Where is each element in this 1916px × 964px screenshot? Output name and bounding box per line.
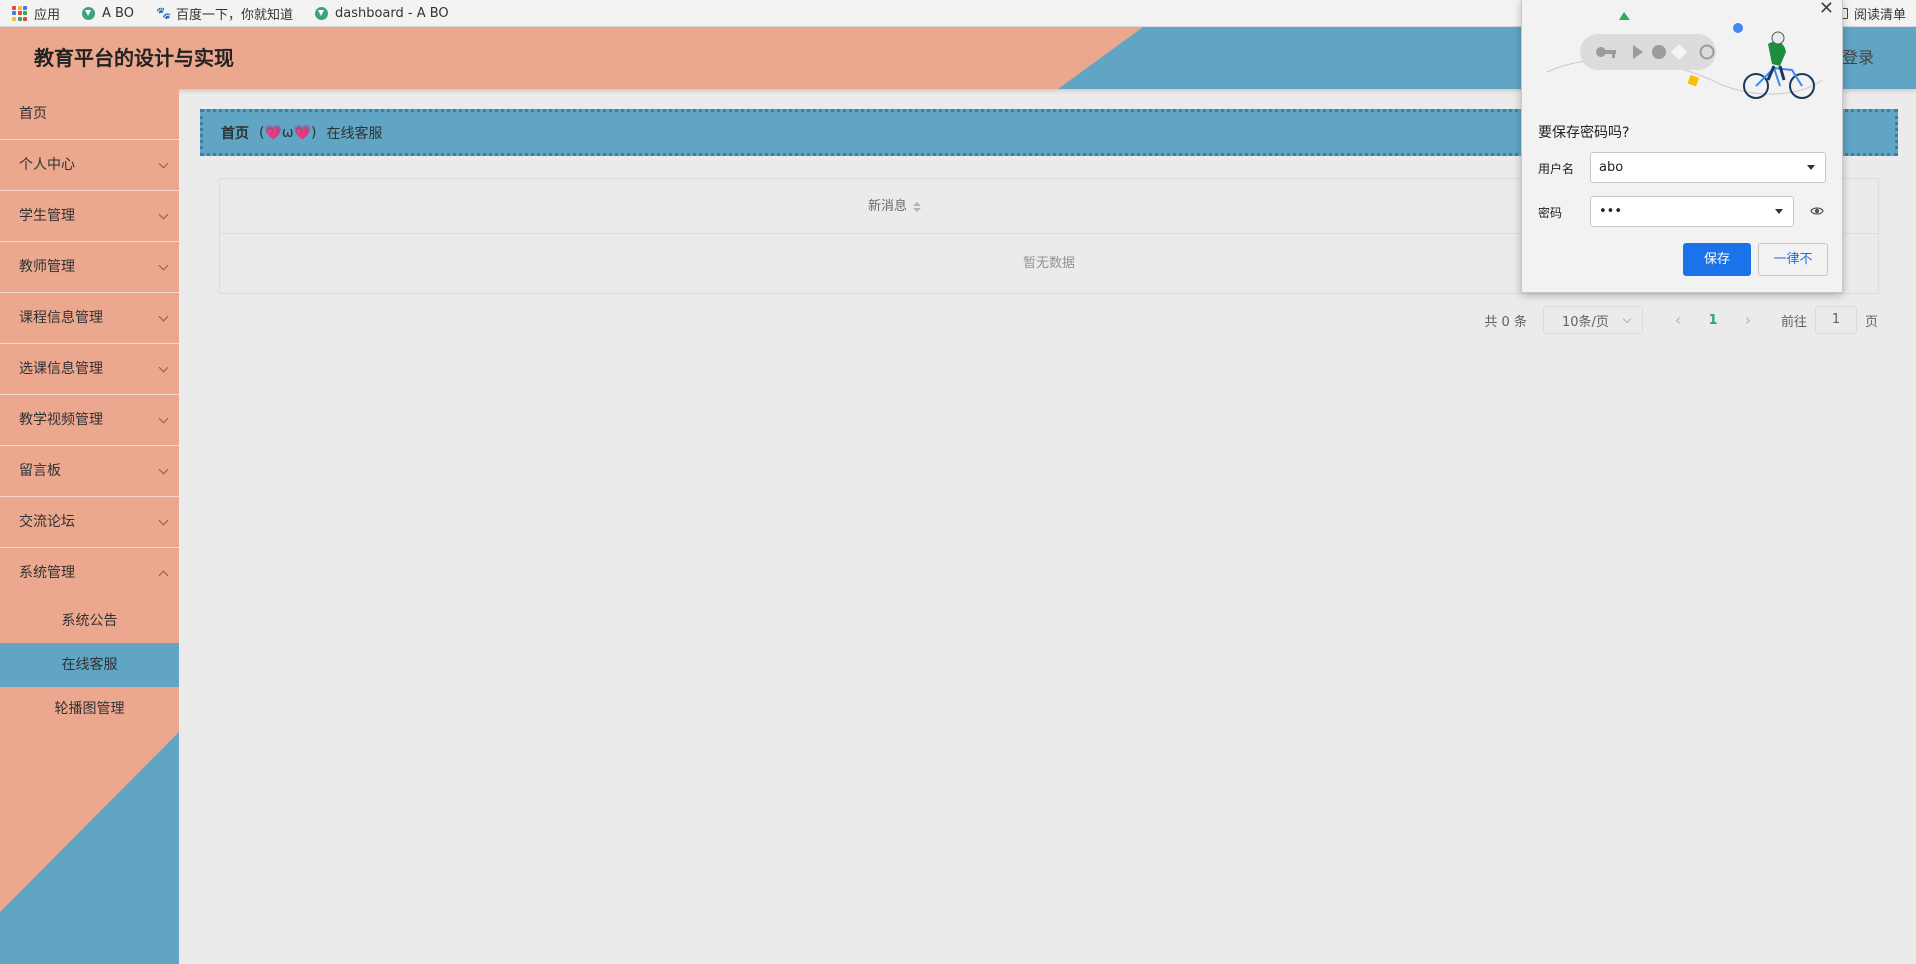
- bookmark-baidu[interactable]: 🐾 百度一下，你就知道: [156, 4, 293, 23]
- sidebar-item-label: 教师管理: [19, 259, 75, 275]
- sidebar-item-forum[interactable]: 交流论坛: [0, 497, 179, 548]
- sidebar-item-message-board[interactable]: 留言板: [0, 446, 179, 497]
- bookmark-apps[interactable]: 应用: [12, 4, 60, 23]
- page-number-current[interactable]: 1: [1693, 313, 1733, 328]
- chevron-down-icon: [158, 413, 169, 424]
- goto-page: 前往 1 页: [1781, 306, 1878, 334]
- reading-list[interactable]: 阅读清单: [1837, 0, 1906, 27]
- sidebar-item-label: 系统管理: [19, 565, 75, 581]
- save-button[interactable]: 保存: [1683, 243, 1751, 276]
- sidebar-item-label: 交流论坛: [19, 514, 75, 530]
- dropdown-arrow-icon: [1807, 165, 1815, 170]
- sidebar-item-teacher-management[interactable]: 教师管理: [0, 242, 179, 293]
- sidebar-subitem-carousel[interactable]: 轮播图管理: [0, 687, 179, 731]
- bookmark-label: A BO: [102, 5, 134, 21]
- chevron-down-icon: [158, 515, 169, 526]
- never-button[interactable]: 一律不: [1758, 243, 1828, 276]
- password-field[interactable]: •••: [1590, 196, 1794, 227]
- reading-list-label: 阅读清单: [1853, 8, 1906, 23]
- chevron-down-icon: [1622, 314, 1632, 324]
- popup-title: 要保存密码吗?: [1538, 125, 1630, 141]
- baidu-paw-icon: 🐾: [155, 5, 171, 20]
- page-size-select[interactable]: 10条/页: [1542, 306, 1643, 334]
- password-label: 密码: [1538, 206, 1563, 220]
- sidebar-item-course-selection[interactable]: 选课信息管理: [0, 344, 179, 395]
- sidebar: 首页 个人中心 学生管理 教师管理 课程信息管理 选课信息管理 教学视频管理 留…: [0, 89, 179, 964]
- breadcrumb-separator: (💗ω💗): [259, 124, 317, 141]
- page-size-value: 10条/页: [1561, 314, 1609, 330]
- login-link[interactable]: 登录: [1842, 27, 1874, 89]
- sidebar-item-student-management[interactable]: 学生管理: [0, 191, 179, 242]
- next-page-button[interactable]: ›: [1733, 311, 1763, 329]
- vue-icon: [82, 6, 96, 20]
- sidebar-subitem-system-notice[interactable]: 系统公告: [0, 599, 179, 643]
- sidebar-item-label: 个人中心: [19, 157, 75, 173]
- chevron-down-icon: [158, 260, 169, 271]
- site-title: 教育平台的设计与实现: [34, 46, 234, 70]
- dropdown-arrow-icon: [1775, 209, 1783, 214]
- close-icon[interactable]: ✕: [1819, 0, 1834, 18]
- pagination: 共 0 条 10条/页 ‹ 1 › 前往 1 页: [1484, 305, 1878, 335]
- chevron-down-icon: [158, 158, 169, 169]
- username-field[interactable]: abo: [1590, 152, 1826, 183]
- breadcrumb-home[interactable]: 首页: [221, 123, 249, 143]
- chevron-down-icon: [158, 464, 169, 475]
- bookmark-apps-label: 应用: [34, 7, 61, 23]
- column-header-new-message[interactable]: 新消息: [868, 179, 922, 234]
- username-value: abo: [1599, 160, 1624, 175]
- sidebar-item-teaching-video[interactable]: 教学视频管理: [0, 395, 179, 446]
- sort-icon[interactable]: [913, 201, 922, 212]
- sidebar-item-label: 教学视频管理: [19, 412, 103, 428]
- goto-suffix: 页: [1864, 314, 1878, 330]
- sidebar-item-system-management[interactable]: 系统管理: [0, 548, 179, 599]
- username-label: 用户名: [1538, 162, 1575, 176]
- sidebar-menu: 首页 个人中心 学生管理 教师管理 课程信息管理 选课信息管理 教学视频管理 留…: [0, 89, 179, 731]
- breadcrumb-current: 在线客服: [326, 125, 383, 142]
- bookmark-dashboard[interactable]: dashboard - A BO: [314, 5, 449, 21]
- column-header-label: 新消息: [868, 199, 908, 214]
- save-password-popup: ✕ 要保存密码吗? 用户名 abo 密码 ••• 保存 一律不: [1521, 0, 1843, 293]
- pagination-total: 共 0 条: [1484, 314, 1527, 330]
- sidebar-item-label: 首页: [19, 106, 47, 122]
- sidebar-item-label: 学生管理: [19, 208, 75, 224]
- sidebar-item-home[interactable]: 首页: [0, 89, 179, 140]
- sidebar-item-label: 选课信息管理: [19, 361, 103, 377]
- eye-icon[interactable]: [1810, 204, 1824, 218]
- sidebar-item-label: 课程信息管理: [19, 310, 103, 326]
- goto-label: 前往: [1780, 314, 1807, 330]
- bookmark-a-bo[interactable]: A BO: [82, 6, 134, 21]
- chevron-up-icon: [158, 570, 169, 581]
- chevron-down-icon: [158, 362, 169, 373]
- sidebar-item-label: 留言板: [19, 463, 61, 479]
- sidebar-item-personal-center[interactable]: 个人中心: [0, 140, 179, 191]
- chevron-down-icon: [158, 209, 169, 220]
- bookmark-label: dashboard - A BO: [334, 5, 449, 21]
- vue-icon: [314, 6, 328, 20]
- sidebar-subitem-online-service[interactable]: 在线客服: [0, 643, 179, 687]
- prev-page-button[interactable]: ‹: [1663, 311, 1693, 329]
- sidebar-item-course-info[interactable]: 课程信息管理: [0, 293, 179, 344]
- bookmark-label: 百度一下，你就知道: [175, 7, 293, 23]
- chevron-down-icon: [158, 311, 169, 322]
- apps-grid-icon: [12, 5, 27, 21]
- password-value: •••: [1599, 204, 1623, 219]
- goto-page-input[interactable]: 1: [1814, 306, 1857, 334]
- password-illustration: [1546, 12, 1823, 99]
